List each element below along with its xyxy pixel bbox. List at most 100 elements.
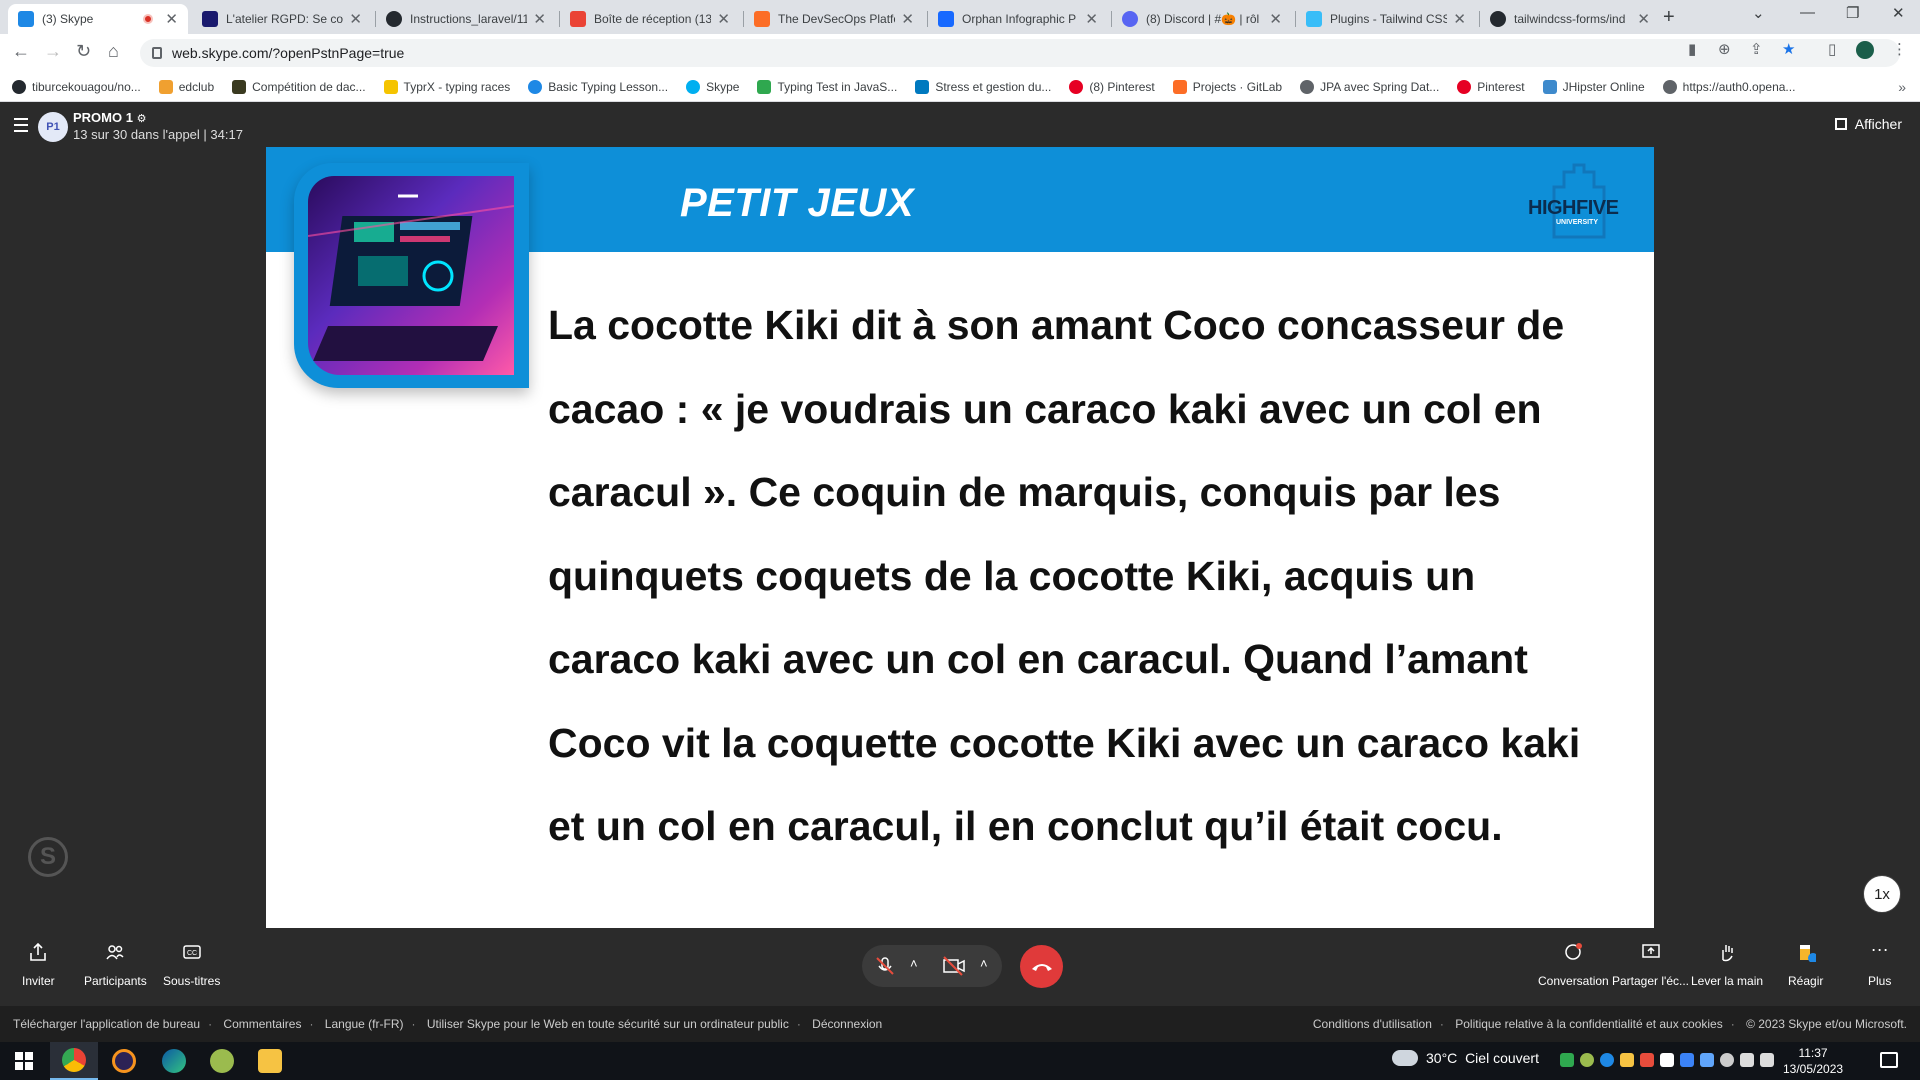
- tray-app-icon[interactable]: [1660, 1053, 1674, 1067]
- footer-link-privacy[interactable]: Politique relative à la confidentialité …: [1455, 1017, 1723, 1031]
- network-icon[interactable]: [1740, 1053, 1754, 1067]
- close-tab-icon[interactable]: ✕: [717, 10, 730, 28]
- volume-icon[interactable]: [1760, 1053, 1774, 1067]
- microphone-muted-icon[interactable]: [874, 955, 896, 977]
- tray-app-icon[interactable]: [1620, 1053, 1634, 1067]
- tab-github-instructions[interactable]: Instructions_laravel/11 ✕: [376, 4, 556, 34]
- bookmark-item[interactable]: Compétition de dac...: [232, 79, 366, 94]
- invite-button[interactable]: Inviter: [22, 942, 55, 988]
- recording-indicator-icon: [143, 14, 154, 24]
- bookmark-item[interactable]: Projects · GitLab: [1172, 79, 1282, 94]
- notifications-icon[interactable]: [1880, 1052, 1898, 1068]
- zoom-icon[interactable]: ⊕: [1718, 40, 1731, 58]
- show-layout-button[interactable]: Afficher: [1834, 116, 1902, 132]
- react-button[interactable]: Réagir: [1788, 942, 1823, 988]
- taskbar-file-explorer[interactable]: [246, 1042, 294, 1080]
- lock-icon: [152, 47, 162, 59]
- tray-app-icon[interactable]: [1560, 1053, 1574, 1067]
- footer-link-logout[interactable]: Déconnexion: [812, 1017, 882, 1031]
- taskbar-chrome[interactable]: [50, 1042, 98, 1080]
- hang-up-button[interactable]: [1020, 945, 1063, 988]
- close-tab-icon[interactable]: ✕: [349, 10, 362, 28]
- tab-search-icon[interactable]: ⌄: [1752, 4, 1765, 22]
- bluetooth-icon[interactable]: [1700, 1053, 1714, 1067]
- more-button[interactable]: ··· Plus: [1868, 940, 1891, 988]
- group-name[interactable]: PROMO 1 ⚙: [73, 110, 146, 125]
- address-bar[interactable]: web.skype.com/?openPstnPage=true: [140, 39, 1900, 67]
- forward-arrow-icon[interactable]: →: [44, 41, 62, 62]
- taskbar-edge[interactable]: [150, 1042, 198, 1080]
- camera-options-chevron-icon[interactable]: ˄: [980, 956, 988, 971]
- bookmarks-overflow-icon[interactable]: »: [1898, 79, 1906, 95]
- camera-off-icon[interactable]: [942, 955, 966, 977]
- subtitles-button[interactable]: CC Sous-titres: [163, 942, 220, 988]
- tray-app-icon[interactable]: [1680, 1053, 1694, 1067]
- raise-hand-button[interactable]: Lever la main: [1691, 942, 1763, 988]
- tab-title: Boîte de réception (13: [594, 12, 712, 26]
- start-button[interactable]: [0, 1042, 48, 1080]
- tab-tailwind-plugins[interactable]: Plugins - Tailwind CSS ✕: [1296, 4, 1476, 34]
- bookmark-item[interactable]: JPA avec Spring Dat...: [1300, 79, 1439, 94]
- taskbar-clock[interactable]: 11:37 13/05/2023: [1783, 1045, 1843, 1077]
- menu-kebab-icon[interactable]: ⋮: [1892, 40, 1907, 58]
- footer-link-download[interactable]: Télécharger l'application de bureau: [13, 1017, 200, 1031]
- tray-app-icon[interactable]: [1640, 1053, 1654, 1067]
- tray-app-icon[interactable]: [1600, 1053, 1614, 1067]
- speed-indicator[interactable]: 1x: [1863, 875, 1901, 913]
- tab-discord[interactable]: (8) Discord | #🎃 | rôl ✕: [1112, 4, 1292, 34]
- camera-icon[interactable]: ▮: [1688, 40, 1696, 58]
- close-tab-icon[interactable]: ✕: [901, 10, 914, 28]
- tab-tailwind-forms[interactable]: tailwindcss-forms/ind ✕: [1480, 4, 1660, 34]
- microphone-icon[interactable]: [1720, 1053, 1734, 1067]
- back-arrow-icon[interactable]: ←: [12, 41, 30, 62]
- tab-gmail[interactable]: Boîte de réception (13 ✕: [560, 4, 740, 34]
- close-tab-icon[interactable]: ✕: [165, 10, 178, 28]
- tab-title: The DevSecOps Platfo: [778, 12, 896, 26]
- profile-avatar[interactable]: [1856, 41, 1874, 59]
- bookmark-item[interactable]: JHipster Online: [1542, 79, 1645, 94]
- tab-behance[interactable]: Orphan Infographic P ✕: [928, 4, 1108, 34]
- footer-link-language[interactable]: Langue (fr-FR): [325, 1017, 404, 1031]
- side-panel-icon[interactable]: ▯: [1828, 40, 1836, 58]
- bookmark-item[interactable]: Typing Test in JavaS...: [757, 79, 897, 94]
- bookmark-item[interactable]: edclub: [158, 79, 214, 94]
- footer-link-public-computer[interactable]: Utiliser Skype pour le Web en toute sécu…: [427, 1017, 789, 1031]
- participants-button[interactable]: Participants: [84, 942, 147, 988]
- weather-widget[interactable]: 30°C Ciel couvert: [1392, 1050, 1539, 1066]
- conversation-button[interactable]: Conversation: [1538, 942, 1609, 988]
- mic-options-chevron-icon[interactable]: ˄: [910, 956, 918, 971]
- close-tab-icon[interactable]: ✕: [1453, 10, 1466, 28]
- taskbar-eclipse[interactable]: [100, 1042, 148, 1080]
- close-tab-icon[interactable]: ✕: [1085, 10, 1098, 28]
- close-tab-icon[interactable]: ✕: [533, 10, 546, 28]
- footer-link-feedback[interactable]: Commentaires: [223, 1017, 301, 1031]
- bookmark-item[interactable]: Basic Typing Lesson...: [528, 79, 668, 94]
- share-icon[interactable]: ⇪: [1750, 40, 1763, 58]
- minimize-icon[interactable]: —: [1800, 4, 1815, 21]
- bookmark-item[interactable]: Pinterest: [1457, 79, 1525, 94]
- bookmark-item[interactable]: tiburcekouagou/no...: [12, 79, 141, 94]
- close-tab-icon[interactable]: ✕: [1637, 10, 1650, 28]
- taskbar-app[interactable]: [198, 1042, 246, 1080]
- bookmark-item[interactable]: Stress et gestion du...: [915, 79, 1051, 94]
- close-tab-icon[interactable]: ✕: [1269, 10, 1282, 28]
- bookmark-item[interactable]: TyprX - typing races: [383, 79, 510, 94]
- reload-icon[interactable]: ↻: [76, 41, 91, 62]
- tray-app-icon[interactable]: [1580, 1053, 1594, 1067]
- tab-rgpd[interactable]: L'atelier RGPD: Se con ✕: [192, 4, 372, 34]
- bookmark-item[interactable]: https://auth0.opena...: [1662, 79, 1795, 94]
- tab-skype[interactable]: (3) Skype ✕: [8, 4, 188, 34]
- home-icon[interactable]: ⌂: [108, 41, 119, 62]
- bookmark-item[interactable]: Skype: [686, 79, 739, 94]
- bookmark-item[interactable]: (8) Pinterest: [1069, 79, 1155, 94]
- settings-gear-icon[interactable]: ⚙: [137, 113, 147, 125]
- footer-link-terms[interactable]: Conditions d'utilisation: [1313, 1017, 1432, 1031]
- bookmark-star-icon[interactable]: ★: [1782, 40, 1795, 58]
- group-avatar[interactable]: P1: [38, 112, 68, 142]
- hamburger-menu-icon[interactable]: [14, 118, 28, 136]
- close-window-icon[interactable]: ✕: [1892, 4, 1905, 22]
- restore-icon[interactable]: ❐: [1846, 4, 1859, 22]
- new-tab-button[interactable]: +: [1663, 6, 1675, 29]
- share-screen-button[interactable]: Partager l'éc...: [1612, 942, 1689, 988]
- tab-gitlab[interactable]: The DevSecOps Platfo ✕: [744, 4, 924, 34]
